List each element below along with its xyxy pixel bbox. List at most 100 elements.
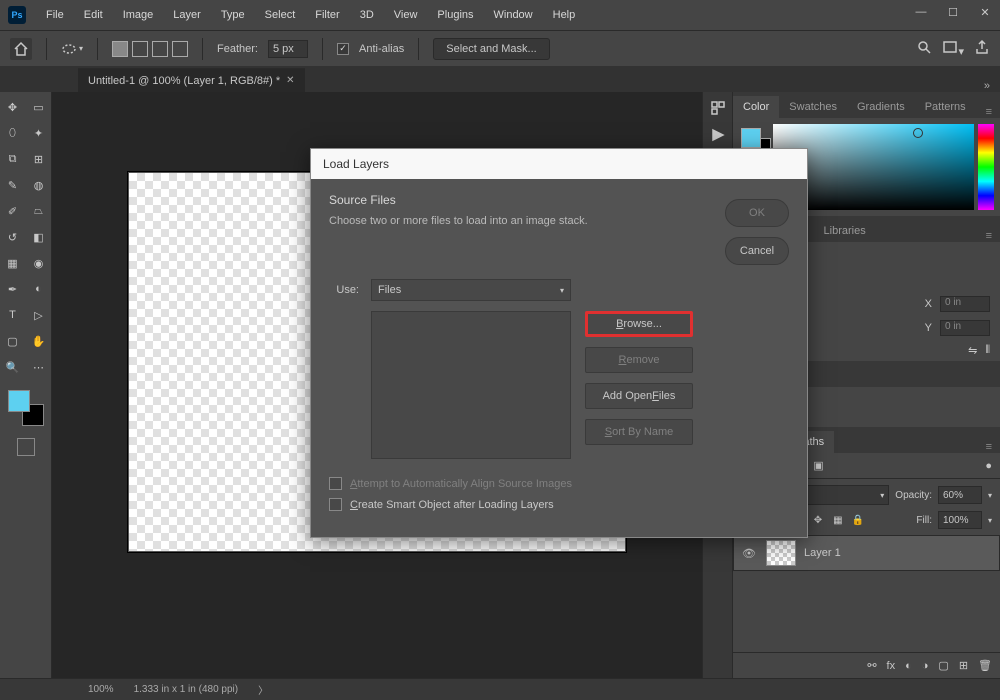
panel-menu-icon[interactable]: ≡ — [986, 230, 992, 242]
shape-tool-icon[interactable]: ▢ — [4, 332, 22, 350]
foreground-color-swatch[interactable] — [8, 390, 30, 412]
tab-patterns[interactable]: Patterns — [915, 96, 976, 118]
fill-input[interactable] — [938, 511, 982, 529]
menu-edit[interactable]: Edit — [76, 5, 111, 25]
fx-icon[interactable]: fx — [887, 660, 896, 672]
filter-more-icon[interactable]: ● — [985, 460, 992, 472]
dodge-tool-icon[interactable]: ◐ — [30, 280, 48, 298]
tab-swatches[interactable]: Swatches — [779, 96, 847, 118]
type-tool-icon[interactable]: T — [4, 306, 22, 324]
remove-button[interactable]: Remove — [585, 347, 693, 373]
menu-3d[interactable]: 3D — [352, 5, 382, 25]
delete-layer-icon[interactable]: 🗑 — [978, 659, 992, 672]
tab-gradients[interactable]: Gradients — [847, 96, 915, 118]
menu-select[interactable]: Select — [257, 5, 304, 25]
minimize-icon[interactable]: — — [914, 6, 928, 19]
close-icon[interactable]: ✕ — [978, 6, 992, 19]
menu-help[interactable]: Help — [545, 5, 584, 25]
home-icon[interactable] — [10, 38, 32, 60]
filter-smart-icon[interactable]: ▣ — [813, 459, 823, 472]
screen-mode-icon[interactable]: ▾ — [942, 39, 964, 58]
flip-h-icon[interactable]: ⇋ — [968, 344, 977, 357]
eyedropper-tool-icon[interactable]: ✎ — [4, 176, 22, 194]
layer-name[interactable]: Layer 1 — [804, 547, 841, 559]
path-select-icon[interactable]: ▷ — [30, 306, 48, 324]
lock-all-icon[interactable]: 🔒 — [851, 513, 865, 527]
browse-button[interactable]: Browse... — [585, 311, 693, 337]
selection-add-icon[interactable] — [132, 41, 148, 57]
selection-intersect-icon[interactable] — [172, 41, 188, 57]
brush-tool-icon[interactable]: ✐ — [4, 202, 22, 220]
more-tools-icon[interactable]: ⋯ — [30, 358, 48, 376]
history-brush-icon[interactable]: ↺ — [4, 228, 22, 246]
zoom-tool-icon[interactable]: 🔍 — [4, 358, 22, 376]
sort-by-name-button[interactable]: Sort By Name — [585, 419, 693, 445]
crop-tool-icon[interactable]: ⧉ — [4, 150, 22, 168]
eraser-tool-icon[interactable]: ◧ — [30, 228, 48, 246]
mask-icon[interactable]: ◐ — [905, 660, 912, 672]
heal-tool-icon[interactable]: ◍ — [30, 176, 48, 194]
wand-tool-icon[interactable]: ✦ — [30, 124, 48, 142]
color-swatches[interactable] — [8, 390, 44, 426]
feather-input[interactable] — [268, 40, 308, 58]
blur-tool-icon[interactable]: ◉ — [30, 254, 48, 272]
hand-tool-icon[interactable]: ✋ — [30, 332, 48, 350]
pen-tool-icon[interactable]: ✒ — [4, 280, 22, 298]
color-picker-dot[interactable] — [913, 128, 923, 138]
menu-type[interactable]: Type — [213, 5, 253, 25]
document-tab[interactable]: Untitled-1 @ 100% (Layer 1, RGB/8#) * ✕ — [78, 68, 305, 92]
lock-position-icon[interactable]: ✥ — [811, 513, 825, 527]
layer-thumbnail[interactable] — [766, 540, 796, 566]
move-tool-icon[interactable]: ✥ — [4, 98, 22, 116]
menu-image[interactable]: Image — [115, 5, 162, 25]
antialias-checkbox[interactable] — [337, 43, 349, 55]
info-chevron-icon[interactable]: 〉 — [258, 682, 268, 697]
prop-x-input[interactable]: 0 in — [940, 296, 990, 312]
rail-icon-2[interactable] — [710, 127, 726, 146]
tab-close-icon[interactable]: ✕ — [286, 75, 294, 86]
ok-button[interactable]: OK — [725, 199, 789, 227]
file-list[interactable] — [371, 311, 571, 459]
panel-menu-icon[interactable]: ≡ — [986, 441, 992, 453]
opacity-input[interactable] — [938, 486, 982, 504]
menu-file[interactable]: File — [38, 5, 72, 25]
selection-new-icon[interactable] — [112, 41, 128, 57]
tab-color[interactable]: Color — [733, 96, 779, 118]
gradient-tool-icon[interactable]: ▦ — [4, 254, 22, 272]
link-layers-icon[interactable]: ⚯ — [867, 659, 876, 672]
menu-view[interactable]: View — [386, 5, 426, 25]
align-menu-icon[interactable]: ⫴ — [985, 344, 990, 357]
tab-libraries[interactable]: Libraries — [814, 220, 876, 242]
use-select[interactable]: Files▾ — [371, 279, 571, 301]
maximize-icon[interactable]: ☐ — [946, 6, 960, 19]
frame-tool-icon[interactable]: ⊞ — [30, 150, 48, 168]
lasso-tool-icon[interactable]: ⬯ — [4, 124, 22, 142]
hue-slider[interactable] — [978, 124, 994, 210]
tool-preset-dropdown[interactable]: ▾ — [61, 41, 83, 57]
auto-align-checkbox[interactable] — [329, 477, 342, 490]
share-icon[interactable] — [974, 39, 990, 58]
menu-layer[interactable]: Layer — [165, 5, 209, 25]
menu-plugins[interactable]: Plugins — [429, 5, 481, 25]
add-open-files-button[interactable]: Add Open Files — [585, 383, 693, 409]
tabs-overflow-icon[interactable]: » — [984, 80, 990, 92]
prop-y-input[interactable]: 0 in — [940, 320, 990, 336]
search-icon[interactable] — [916, 39, 932, 58]
lock-artboard-icon[interactable]: ▦ — [831, 513, 845, 527]
stamp-tool-icon[interactable]: ⏢ — [30, 202, 48, 220]
adjustment-layer-icon[interactable]: ◑ — [922, 660, 929, 672]
menu-window[interactable]: Window — [486, 5, 541, 25]
select-and-mask-button[interactable]: Select and Mask... — [433, 38, 550, 60]
mini-fg-swatch[interactable] — [741, 128, 761, 148]
cancel-button[interactable]: Cancel — [725, 237, 789, 265]
selection-subtract-icon[interactable] — [152, 41, 168, 57]
quick-mask-icon[interactable] — [17, 438, 35, 456]
smart-object-checkbox[interactable] — [329, 498, 342, 511]
layer-item[interactable]: 👁 Layer 1 — [733, 535, 1000, 571]
group-icon[interactable]: ▢ — [938, 659, 948, 672]
zoom-level[interactable]: 100% — [88, 684, 114, 695]
marquee-tool-icon[interactable]: ▭ — [30, 98, 48, 116]
rail-icon-1[interactable] — [710, 100, 726, 119]
visibility-icon[interactable]: 👁 — [742, 547, 758, 560]
new-layer-icon[interactable]: ⊞ — [959, 659, 968, 672]
